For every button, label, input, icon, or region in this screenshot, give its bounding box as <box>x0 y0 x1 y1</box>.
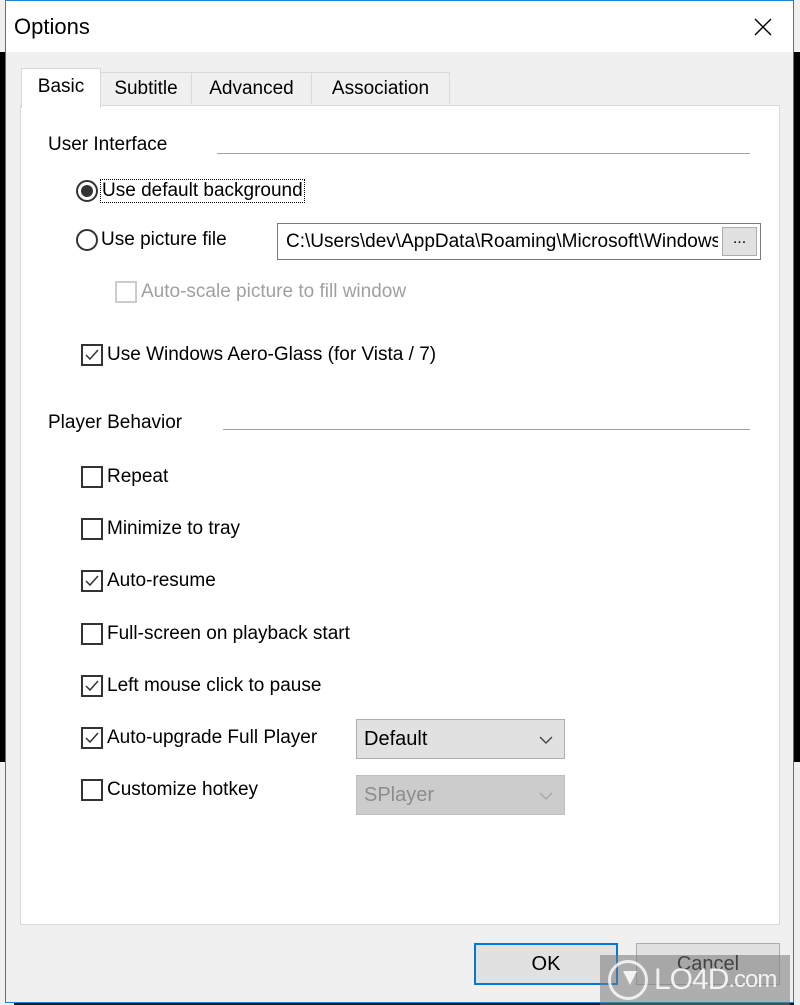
checkbox[interactable] <box>81 623 103 645</box>
options-dialog: Options Basic Subtitle Advanced Associat… <box>5 0 794 1003</box>
minimize-to-tray-label: Minimize to tray <box>107 518 241 539</box>
auto-upgrade-option[interactable]: Auto-upgrade Full Player <box>81 727 333 749</box>
hotkey-scheme-value: SPlayer <box>364 783 435 806</box>
customize-hotkey-label: Customize hotkey <box>107 779 259 800</box>
use-default-background-option[interactable]: Use default background <box>76 179 305 203</box>
checkbox[interactable] <box>81 727 103 749</box>
background-strip <box>794 52 800 762</box>
upgrade-mode-value: Default <box>364 727 428 750</box>
checkbox <box>115 281 137 303</box>
picture-path-input[interactable]: C:\Users\dev\AppData\Roaming\Microsoft\W… <box>277 223 761 260</box>
auto-resume-label: Auto-resume <box>107 570 216 591</box>
auto-upgrade-label: Auto-upgrade Full Player <box>107 727 318 748</box>
tab-basic[interactable]: Basic <box>21 68 101 108</box>
close-icon <box>754 18 772 35</box>
window-title: Options <box>14 14 90 39</box>
aero-glass-option[interactable]: Use Windows Aero-Glass (for Vista / 7) <box>81 344 436 366</box>
aero-glass-label: Use Windows Aero-Glass (for Vista / 7) <box>107 344 437 365</box>
checkbox[interactable] <box>81 570 103 592</box>
left-click-pause-label: Left mouse click to pause <box>107 675 322 696</box>
use-picture-file-label: Use picture file <box>101 229 227 250</box>
chevron-down-icon <box>539 736 553 744</box>
watermark-brand: LO4D <box>654 963 729 996</box>
close-button[interactable] <box>733 1 793 52</box>
minimize-to-tray-option[interactable]: Minimize to tray <box>81 518 240 540</box>
radio-button[interactable] <box>76 229 98 251</box>
checkbox[interactable] <box>81 518 103 540</box>
checkmark-icon <box>85 680 99 692</box>
checkbox[interactable] <box>81 344 103 366</box>
tab-subtitle[interactable]: Subtitle <box>100 72 192 104</box>
ok-button[interactable]: OK <box>474 943 618 985</box>
background-window-right <box>794 0 800 1005</box>
user-interface-heading: User Interface <box>48 134 168 155</box>
watermark: LO4D .com <box>600 955 790 1005</box>
hotkey-scheme-dropdown: SPlayer <box>356 775 565 815</box>
browse-button[interactable]: ... <box>722 227 757 256</box>
tab-advanced[interactable]: Advanced <box>191 72 312 104</box>
auto-scale-label: Auto-scale picture to fill window <box>141 281 407 302</box>
picture-path-value: C:\Users\dev\AppData\Roaming\Microsoft\W… <box>286 230 718 252</box>
chevron-down-icon <box>539 792 553 800</box>
section-divider <box>217 153 750 154</box>
checkbox[interactable] <box>81 675 103 697</box>
upgrade-mode-dropdown[interactable]: Default <box>356 719 565 759</box>
customize-hotkey-option[interactable]: Customize hotkey <box>81 779 258 801</box>
use-default-background-label: Use default background <box>100 179 305 203</box>
watermark-suffix: .com <box>728 966 777 993</box>
repeat-label: Repeat <box>107 466 169 487</box>
radio-button[interactable] <box>76 180 98 202</box>
checkmark-icon <box>85 349 99 361</box>
basic-tab-panel: User Interface Use default background Us… <box>20 105 780 925</box>
title-bar: Options <box>6 1 793 52</box>
left-click-pause-option[interactable]: Left mouse click to pause <box>81 675 321 697</box>
checkbox[interactable] <box>81 779 103 801</box>
checkmark-icon <box>85 732 99 744</box>
use-picture-file-option[interactable]: Use picture file <box>76 229 227 251</box>
fullscreen-on-start-option[interactable]: Full-screen on playback start <box>81 623 350 645</box>
section-divider <box>223 429 750 430</box>
auto-scale-option: Auto-scale picture to fill window <box>115 281 406 303</box>
player-behavior-heading: Player Behavior <box>48 412 183 433</box>
fullscreen-on-start-label: Full-screen on playback start <box>107 623 350 644</box>
tab-association[interactable]: Association <box>311 72 450 104</box>
checkbox[interactable] <box>81 466 103 488</box>
repeat-option[interactable]: Repeat <box>81 466 168 488</box>
auto-resume-option[interactable]: Auto-resume <box>81 570 216 592</box>
checkmark-icon <box>85 575 99 587</box>
lo4d-logo-icon <box>608 960 648 1000</box>
